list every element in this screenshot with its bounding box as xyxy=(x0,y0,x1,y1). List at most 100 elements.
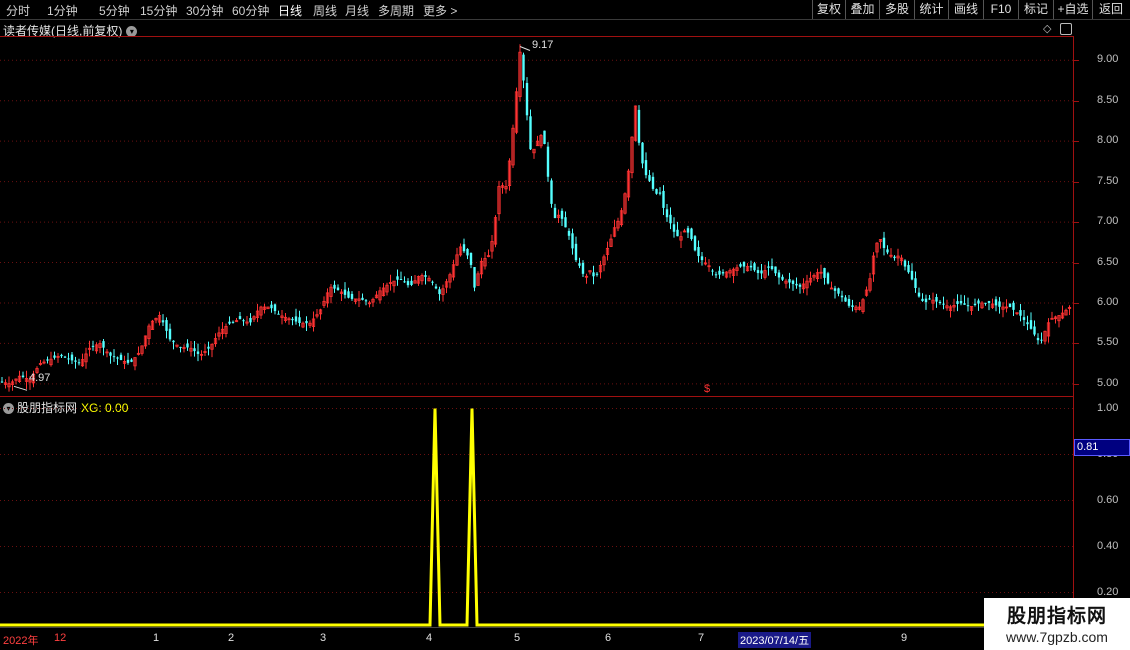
candle-body xyxy=(277,313,280,315)
candle-body xyxy=(578,263,581,266)
candle-body xyxy=(179,346,182,348)
period-monthly[interactable]: 月线 xyxy=(345,2,369,19)
candle-body xyxy=(847,298,851,306)
y-tick-label: 9.00 xyxy=(1097,53,1119,66)
tool-back[interactable]: 返回 xyxy=(1092,0,1129,19)
candle-body xyxy=(172,340,175,343)
candle-body xyxy=(298,317,301,323)
y-tick-label: 7.00 xyxy=(1097,215,1119,228)
candle-body xyxy=(833,288,837,291)
dividend-marker: $ xyxy=(704,383,711,395)
y-tick-label: 5.00 xyxy=(1097,376,1119,389)
candle-body xyxy=(1029,320,1033,329)
x-axis-border xyxy=(0,627,1073,628)
candle-body xyxy=(410,280,413,285)
candle-body xyxy=(546,146,550,177)
y-tick-mark xyxy=(1074,60,1079,62)
indicator-y-tick-label: 1.00 xyxy=(1097,401,1119,414)
candle-body xyxy=(851,305,854,308)
candle-body xyxy=(550,180,553,204)
candle-body xyxy=(721,272,725,274)
candle-body xyxy=(658,192,662,194)
period-5min[interactable]: 5分钟 xyxy=(99,2,130,19)
y-tick-mark xyxy=(1074,141,1079,143)
candle-body xyxy=(63,356,67,358)
tool-f10[interactable]: F10 xyxy=(983,0,1018,19)
candle-body xyxy=(987,301,991,303)
x-label-sep: 9 xyxy=(901,632,908,644)
candle-body xyxy=(333,284,336,289)
x-label-jun: 6 xyxy=(605,632,612,644)
candle-body xyxy=(462,244,466,252)
candle-body xyxy=(560,210,564,219)
candle-body xyxy=(522,54,525,81)
candle-body xyxy=(116,357,119,359)
candle-body xyxy=(984,302,987,304)
candle-body xyxy=(0,381,4,383)
candle-body xyxy=(893,256,896,259)
tool-biaoji[interactable]: 标记 xyxy=(1018,0,1053,19)
candle-body xyxy=(907,265,910,273)
diamond-icon[interactable]: ◇ xyxy=(1043,22,1051,35)
period-weekly[interactable]: 周线 xyxy=(313,2,337,19)
candle-body xyxy=(74,360,77,362)
y-tick-label: 8.00 xyxy=(1097,134,1119,147)
candle-body xyxy=(756,270,760,274)
period-fenshi[interactable]: 分时 xyxy=(6,2,30,19)
candle-body xyxy=(697,247,700,257)
candle-body xyxy=(406,281,410,286)
candlestick-chart xyxy=(0,44,1073,392)
tool-zixuan[interactable]: +自选 xyxy=(1053,0,1092,19)
candle-body xyxy=(760,270,763,274)
candle-body xyxy=(672,224,676,232)
tool-duogu[interactable]: 多股 xyxy=(879,0,914,19)
candle-body xyxy=(938,301,942,303)
watermark: 股朋指标网 www.7gpzb.com xyxy=(984,598,1130,650)
candle-body xyxy=(165,320,168,331)
candle-body xyxy=(396,276,399,280)
tool-huaxian[interactable]: 画线 xyxy=(948,0,983,19)
candle-body xyxy=(161,320,165,323)
period-1min[interactable]: 1分钟 xyxy=(47,2,78,19)
tool-tongji[interactable]: 统计 xyxy=(914,0,948,19)
candle-body xyxy=(186,343,189,348)
period-more[interactable]: 更多 > xyxy=(423,2,457,19)
low-pointer xyxy=(13,385,28,391)
candle-body xyxy=(434,286,438,289)
panel-toggle-icon[interactable] xyxy=(1060,23,1072,35)
candle-body xyxy=(669,214,672,224)
x-label-selected-date: 2023/07/14/五 xyxy=(738,632,812,648)
candle-body xyxy=(998,301,1001,307)
candle-body xyxy=(791,280,795,284)
y-axis-line xyxy=(1073,36,1074,639)
tool-fuquan[interactable]: 复权 xyxy=(812,0,845,19)
candle-body xyxy=(956,301,959,304)
candle-body xyxy=(242,320,245,322)
candle-body xyxy=(336,287,340,291)
candle-body xyxy=(844,297,847,302)
candle-body xyxy=(693,236,697,251)
candle-body xyxy=(903,260,907,267)
candle-body xyxy=(749,265,753,268)
period-daily[interactable]: 日线 xyxy=(278,2,302,19)
period-30min[interactable]: 30分钟 xyxy=(186,2,223,19)
candle-body xyxy=(305,321,308,324)
period-60min[interactable]: 60分钟 xyxy=(232,2,269,19)
candle-body xyxy=(914,278,917,288)
period-15min[interactable]: 15分钟 xyxy=(140,2,177,19)
candle-body xyxy=(840,295,844,298)
candle-body xyxy=(795,283,798,286)
candle-body xyxy=(564,217,567,228)
candle-body xyxy=(119,354,123,360)
y-tick-label: 5.50 xyxy=(1097,336,1119,349)
candle-body xyxy=(963,303,966,305)
candle-body xyxy=(574,243,578,261)
candle-body xyxy=(886,249,889,253)
candle-body xyxy=(46,359,49,361)
tool-diejia[interactable]: 叠加 xyxy=(845,0,879,19)
candle-body xyxy=(788,279,791,283)
period-multi[interactable]: 多周期 xyxy=(378,2,414,19)
x-label-apr: 4 xyxy=(426,632,433,644)
candle-body xyxy=(966,305,970,307)
candle-body xyxy=(837,288,840,294)
